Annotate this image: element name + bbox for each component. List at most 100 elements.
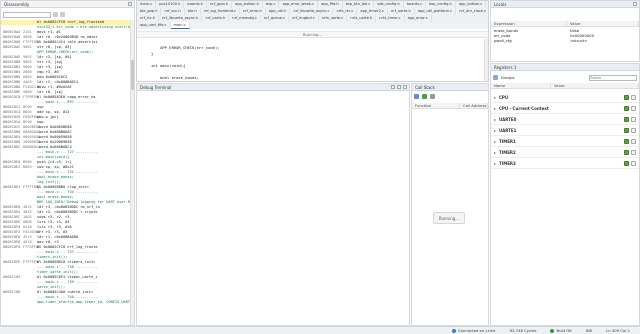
register-toggle-off[interactable] <box>631 106 636 111</box>
editor-tab[interactable]: nrf_memobj.c <box>229 15 261 22</box>
editor-tab[interactable]: app_util.h <box>266 8 291 15</box>
close-icon[interactable] <box>128 2 132 6</box>
maximize-icon[interactable] <box>397 85 401 89</box>
register-toggle-on[interactable] <box>624 128 629 133</box>
disassembly-line[interactable]: app_timer_start(m_app_timer_id, CONFIG_U… <box>1 300 132 305</box>
editor-tab[interactable]: nrfx_timer.c <box>376 15 405 22</box>
register-toggle-on[interactable] <box>624 95 629 100</box>
editor-tab[interactable]: nrf_libuarte_async.h <box>159 15 203 22</box>
call-stack-col-call-address[interactable]: Call Address <box>460 103 488 108</box>
register-toggle-on[interactable] <box>624 117 629 122</box>
register-toggle-on[interactable] <box>624 106 629 111</box>
editor-tab[interactable]: nrf_svc.h <box>161 8 185 15</box>
disassembly-address-input[interactable] <box>3 11 51 18</box>
register-group-label: TIMER1 <box>499 138 516 144</box>
editor-panel: main.c pca10100.h boards.h nrf_gpio.h app_bu… <box>136 0 489 82</box>
editor-tab[interactable]: app_error_weak.c <box>279 1 319 8</box>
registers-col-value[interactable]: Value <box>551 83 639 88</box>
close-icon[interactable] <box>403 85 407 89</box>
editor-tab[interactable]: app_button.h <box>232 1 263 8</box>
editor-tab[interactable]: nrf_ringbuf.c <box>289 15 319 22</box>
register-toggle-off[interactable] <box>631 95 636 100</box>
registers-groups-label[interactable]: Groups <box>501 75 515 80</box>
editor-tab[interactable]: app_uart_fifo.c <box>137 22 171 29</box>
editor-tab[interactable]: ble.h <box>185 8 201 15</box>
locals-col-value[interactable]: Value <box>567 21 639 26</box>
register-group[interactable]: ▸ TIMER1 <box>491 136 639 147</box>
register-group[interactable]: ▸ TIMER2 <box>491 147 639 158</box>
editor-tab[interactable]: nrf_libuarte_async.c <box>290 8 334 15</box>
editor-tab[interactable]: app_timer2.c <box>357 8 388 15</box>
status-cursor[interactable]: Ln 409 Col 1 <box>606 328 630 333</box>
editor-tab[interactable]: app_util_platform.c <box>415 8 457 15</box>
editor-tab[interactable]: nrfx_rtc.c <box>333 8 358 15</box>
editor-tab[interactable]: app_fifo.h <box>318 1 343 8</box>
status-build[interactable]: Built OK <box>550 328 572 333</box>
editor-tab[interactable]: pca10100.h <box>156 1 185 8</box>
editor-tab[interactable]: app_error.c <box>405 15 432 22</box>
play-icon[interactable] <box>422 94 427 99</box>
editor-tab[interactable]: app_button.c <box>456 1 487 8</box>
editor-tab[interactable]: sdk_config.h <box>374 1 404 8</box>
debug-terminal-title: Debug Terminal <box>140 84 172 90</box>
register-toggle-on[interactable] <box>624 161 629 166</box>
minimize-icon[interactable] <box>391 85 395 89</box>
go-icon[interactable] <box>53 12 58 17</box>
pause-icon[interactable] <box>430 94 435 99</box>
editor-tab[interactable]: main.c <box>137 1 157 8</box>
register-group[interactable]: ▸ TIMER3 <box>491 158 639 169</box>
editor-tab[interactable]: nrf_drv_clock.c <box>456 8 488 15</box>
register-group[interactable]: ▸ UARTE0 <box>491 114 639 125</box>
disassembly-address-bar <box>3 11 134 18</box>
disassembly-opcode <box>23 300 37 305</box>
registers-search-input[interactable] <box>589 74 637 81</box>
line-number <box>137 81 151 82</box>
editor-tab[interactable]: boards.h <box>184 1 208 8</box>
editor-code-area[interactable]: APP_ERROR_CHECK(err_code);} int main(void… <box>137 39 483 81</box>
editor-tab[interactable]: nrf_queue.c <box>261 15 290 22</box>
register-toggle-on[interactable] <box>624 139 629 144</box>
editor-tab[interactable]: nrf_uarte.h <box>202 15 230 22</box>
register-toggle-off[interactable] <box>631 128 636 133</box>
status-insert-mode[interactable]: INS <box>586 328 592 333</box>
register-toggle-off[interactable] <box>631 150 636 155</box>
editor-tab[interactable]: ble_gap.h <box>137 8 162 15</box>
editor-scrollbar[interactable] <box>484 39 488 81</box>
register-toggle-on[interactable] <box>624 150 629 155</box>
disassembly-scrollbar[interactable] <box>130 20 134 325</box>
register-group[interactable]: ▸ UARTE1 <box>491 125 639 136</box>
registers-titlebar: Registers 1 <box>491 64 639 71</box>
status-bar: Connected on J-Link 93,748 Cycles Built … <box>0 326 640 334</box>
register-group[interactable]: ▸ CPU - Current Context <box>491 103 639 114</box>
debug-terminal-output[interactable] <box>137 91 409 325</box>
registers-col-name[interactable]: Name <box>491 83 551 88</box>
editor-tab[interactable]: nrf_uarte.h <box>388 8 415 15</box>
editor-tab[interactable]: nrf_error.h <box>240 8 266 15</box>
editor-tab[interactable]: bsp_config.h <box>426 1 456 8</box>
call-stack-running: Running... <box>433 212 465 224</box>
register-toggle-off[interactable] <box>631 139 636 144</box>
editor-tab[interactable]: boards.c <box>404 1 427 8</box>
groups-icon[interactable] <box>493 75 498 80</box>
editor-tab[interactable]: nrfx_uarte.h <box>347 15 377 22</box>
editor-tab[interactable]: nrf_log_frontend.c <box>201 8 241 15</box>
disassembly-address <box>1 300 23 305</box>
disassembly-scroll-thumb[interactable] <box>131 60 134 90</box>
editor-tab[interactable]: main.c <box>170 22 190 29</box>
status-connection[interactable]: Connected on J-Link <box>451 328 496 333</box>
disassembly-panel: Disassembly bl 0x0002CFC8 <nrf_log_front… <box>0 0 135 326</box>
step-icon[interactable] <box>60 12 65 17</box>
call-stack-col-function[interactable]: Function <box>412 103 460 108</box>
editor-tab[interactable]: nrf_gpio.h <box>207 1 233 8</box>
list-icon[interactable] <box>414 94 419 99</box>
editor-tab[interactable]: nrfx_uarte.c <box>319 15 348 22</box>
register-group[interactable]: ▸ CPU <box>491 92 639 103</box>
editor-tab[interactable]: nrf_rtc.h <box>137 15 160 22</box>
register-toggle-off[interactable] <box>631 161 636 166</box>
close-icon[interactable] <box>633 2 637 6</box>
editor-tab[interactable]: bsp_btn_ble.c <box>343 1 375 8</box>
locals-row[interactable]: pwoll_cfg <struct> <box>491 38 639 43</box>
register-toggle-off[interactable] <box>631 117 636 122</box>
locals-col-expression[interactable]: Expression <box>491 21 567 26</box>
editor-tab[interactable]: bsp.c <box>263 1 280 8</box>
